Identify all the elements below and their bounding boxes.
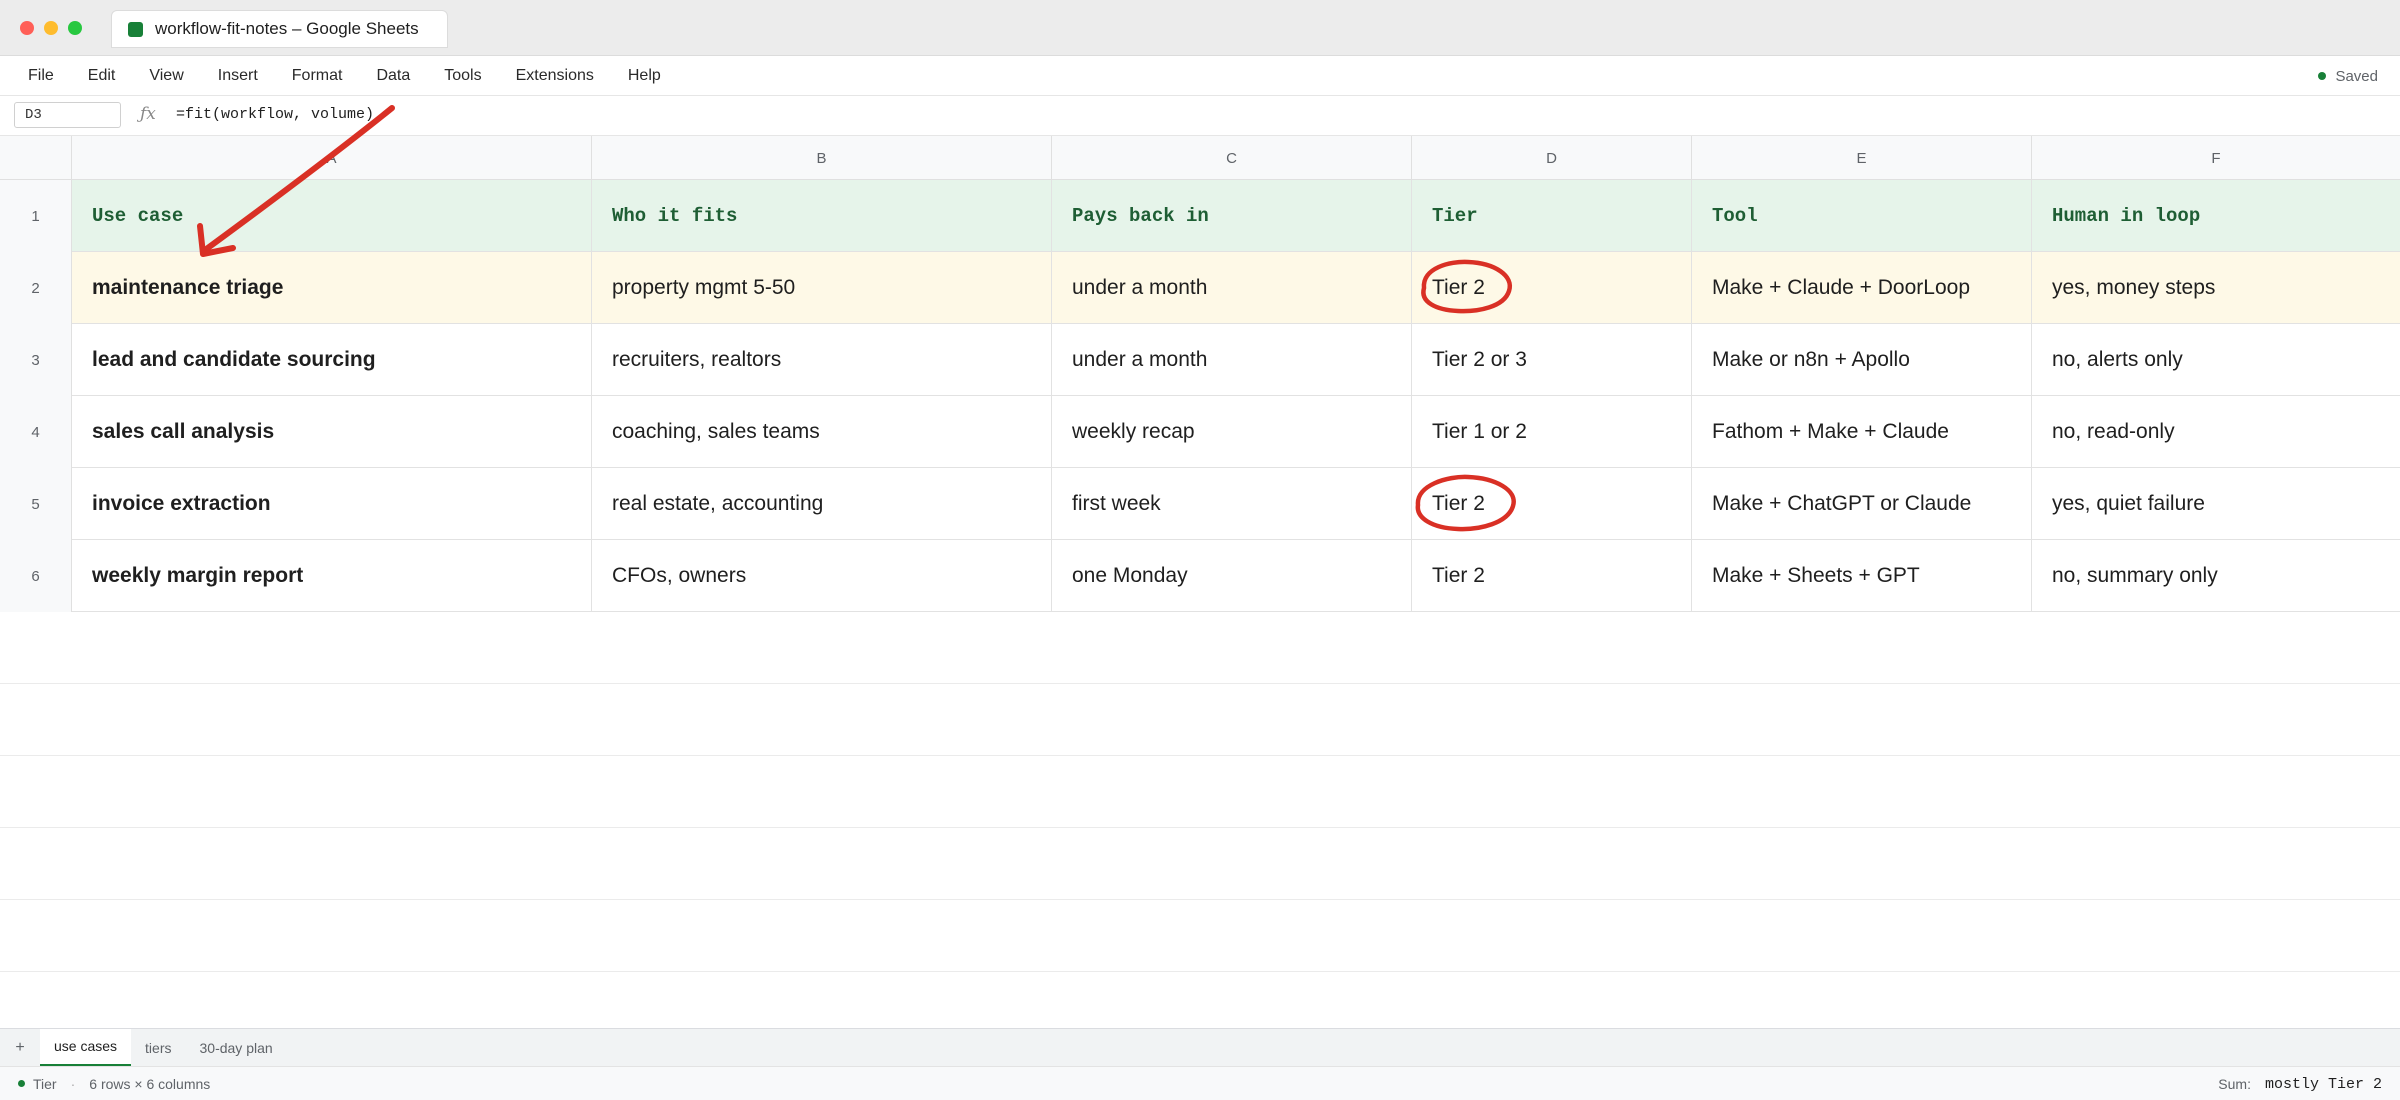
row-number[interactable]: 5 — [0, 468, 72, 540]
table-row: 3 lead and candidate sourcing recruiters… — [0, 324, 2400, 396]
sheet-tab-30-day-plan[interactable]: 30-day plan — [186, 1029, 287, 1067]
empty-row[interactable] — [0, 828, 2400, 900]
row-number[interactable]: 4 — [0, 396, 72, 468]
menu-data[interactable]: Data — [376, 67, 410, 85]
zoom-window-button[interactable] — [68, 21, 82, 35]
empty-row[interactable] — [0, 756, 2400, 828]
cell-human[interactable]: no, summary only — [2032, 540, 2400, 612]
close-window-button[interactable] — [20, 21, 34, 35]
row-number[interactable]: 2 — [0, 252, 72, 324]
window-title: workflow-fit-notes – Google Sheets — [155, 19, 419, 38]
table-row: 5 invoice extraction real estate, accoun… — [0, 468, 2400, 540]
cell-use-case[interactable]: invoice extraction — [72, 468, 592, 540]
title-bar: workflow-fit-notes – Google Sheets — [0, 0, 2400, 56]
formula-bar: D3 ƒx =fit(workflow, volume) — [0, 96, 2400, 136]
select-all-corner[interactable] — [0, 136, 72, 180]
menu-file[interactable]: File — [28, 67, 54, 85]
cell-human[interactable]: no, read-only — [2032, 396, 2400, 468]
empty-row[interactable] — [0, 900, 2400, 972]
cell-who[interactable]: coaching, sales teams — [592, 396, 1052, 468]
cell-tool[interactable]: Make + ChatGPT or Claude — [1692, 468, 2032, 540]
cell-use-case[interactable]: sales call analysis — [72, 396, 592, 468]
menu-extensions[interactable]: Extensions — [516, 67, 594, 85]
cell-tier[interactable]: Tier 2 — [1412, 252, 1692, 324]
menu-tools[interactable]: Tools — [444, 67, 481, 85]
column-header-a[interactable]: A — [72, 136, 592, 180]
column-header-e[interactable]: E — [1692, 136, 2032, 180]
header-cell-payback[interactable]: Pays back in — [1052, 180, 1412, 252]
cell-human[interactable]: yes, quiet failure — [2032, 468, 2400, 540]
formula-input[interactable]: =fit(workflow, volume) — [176, 106, 374, 123]
sheets-icon — [128, 21, 143, 37]
cell-payback[interactable]: one Monday — [1052, 540, 1412, 612]
sum-value: mostly Tier 2 — [2264, 1075, 2382, 1093]
column-header-b[interactable]: B — [592, 136, 1052, 180]
saved-dot-icon — [2318, 72, 2327, 80]
cell-use-case[interactable]: weekly margin report — [72, 540, 592, 612]
status-dot-icon — [18, 1080, 25, 1087]
save-status: Saved — [2318, 56, 2378, 96]
cell-tier[interactable]: Tier 1 or 2 — [1412, 396, 1692, 468]
save-status-text: Saved — [2335, 67, 2378, 85]
header-cell-use-case[interactable]: Use case — [72, 180, 592, 252]
cell-human[interactable]: no, alerts only — [2032, 324, 2400, 396]
cell-tier[interactable]: Tier 2 — [1412, 468, 1692, 540]
cell-payback[interactable]: under a month — [1052, 252, 1412, 324]
status-separator: · — [70, 1075, 76, 1092]
cell-payback[interactable]: weekly recap — [1052, 396, 1412, 468]
empty-row[interactable] — [0, 612, 2400, 684]
status-dimensions: 6 rows × 6 columns — [89, 1075, 211, 1092]
browser-tab[interactable]: workflow-fit-notes – Google Sheets — [111, 10, 448, 48]
sum-label: Sum: — [2218, 1076, 2251, 1092]
table-row: 6 weekly margin report CFOs, owners one … — [0, 540, 2400, 612]
cell-payback[interactable]: under a month — [1052, 324, 1412, 396]
cell-who[interactable]: CFOs, owners — [592, 540, 1052, 612]
column-header-d[interactable]: D — [1412, 136, 1692, 180]
menu-view[interactable]: View — [149, 67, 183, 85]
menu-insert[interactable]: Insert — [218, 67, 258, 85]
row-number[interactable]: 3 — [0, 324, 72, 396]
sheet-tabs-bar: + use cases tiers 30-day plan — [0, 1028, 2400, 1067]
cell-payback[interactable]: first week — [1052, 468, 1412, 540]
cell-use-case[interactable]: lead and candidate sourcing — [72, 324, 592, 396]
status-bar: Tier · 6 rows × 6 columns Sum: mostly Ti… — [0, 1066, 2400, 1100]
header-cell-tier[interactable]: Tier — [1412, 180, 1692, 252]
fx-icon: ƒx — [140, 104, 156, 124]
header-cell-tool[interactable]: Tool — [1692, 180, 2032, 252]
header-cell-human[interactable]: Human in loop — [2032, 180, 2400, 252]
menu-format[interactable]: Format — [292, 67, 343, 85]
menu-bar: File Edit View Insert Format Data Tools … — [0, 56, 2400, 96]
menu-edit[interactable]: Edit — [88, 67, 116, 85]
cell-who[interactable]: recruiters, realtors — [592, 324, 1052, 396]
column-header-f[interactable]: F — [2032, 136, 2400, 180]
cell-who[interactable]: property mgmt 5-50 — [592, 252, 1052, 324]
table-header-row: 1 Use case Who it fits Pays back in Tier… — [0, 180, 2400, 252]
cell-tier[interactable]: Tier 2 or 3 — [1412, 324, 1692, 396]
add-sheet-button[interactable]: + — [0, 1039, 40, 1057]
minimize-window-button[interactable] — [44, 21, 58, 35]
table-row: 4 sales call analysis coaching, sales te… — [0, 396, 2400, 468]
sum-display[interactable]: Sum: mostly Tier 2 — [2218, 1067, 2382, 1100]
cell-who[interactable]: real estate, accounting — [592, 468, 1052, 540]
cell-tool[interactable]: Make + Sheets + GPT — [1692, 540, 2032, 612]
table-row: 2 maintenance triage property mgmt 5-50 … — [0, 252, 2400, 324]
cell-tier[interactable]: Tier 2 — [1412, 540, 1692, 612]
column-header-c[interactable]: C — [1052, 136, 1412, 180]
row-number[interactable]: 1 — [0, 180, 72, 252]
menu-help[interactable]: Help — [628, 67, 661, 85]
cell-tool[interactable]: Fathom + Make + Claude — [1692, 396, 2032, 468]
row-number[interactable]: 6 — [0, 540, 72, 612]
header-cell-who[interactable]: Who it fits — [592, 180, 1052, 252]
cell-use-case[interactable]: maintenance triage — [72, 252, 592, 324]
cell-human[interactable]: yes, money steps — [2032, 252, 2400, 324]
status-label: Tier — [33, 1075, 57, 1092]
sheet-tab-use-cases[interactable]: use cases — [40, 1028, 132, 1067]
column-header-row: A B C D E F — [0, 136, 2400, 180]
cell-tool[interactable]: Make + Claude + DoorLoop — [1692, 252, 2032, 324]
empty-row[interactable] — [0, 684, 2400, 756]
name-box[interactable]: D3 — [14, 102, 121, 128]
cell-tool[interactable]: Make or n8n + Apollo — [1692, 324, 2032, 396]
sheet-tab-tiers[interactable]: tiers — [131, 1029, 185, 1067]
